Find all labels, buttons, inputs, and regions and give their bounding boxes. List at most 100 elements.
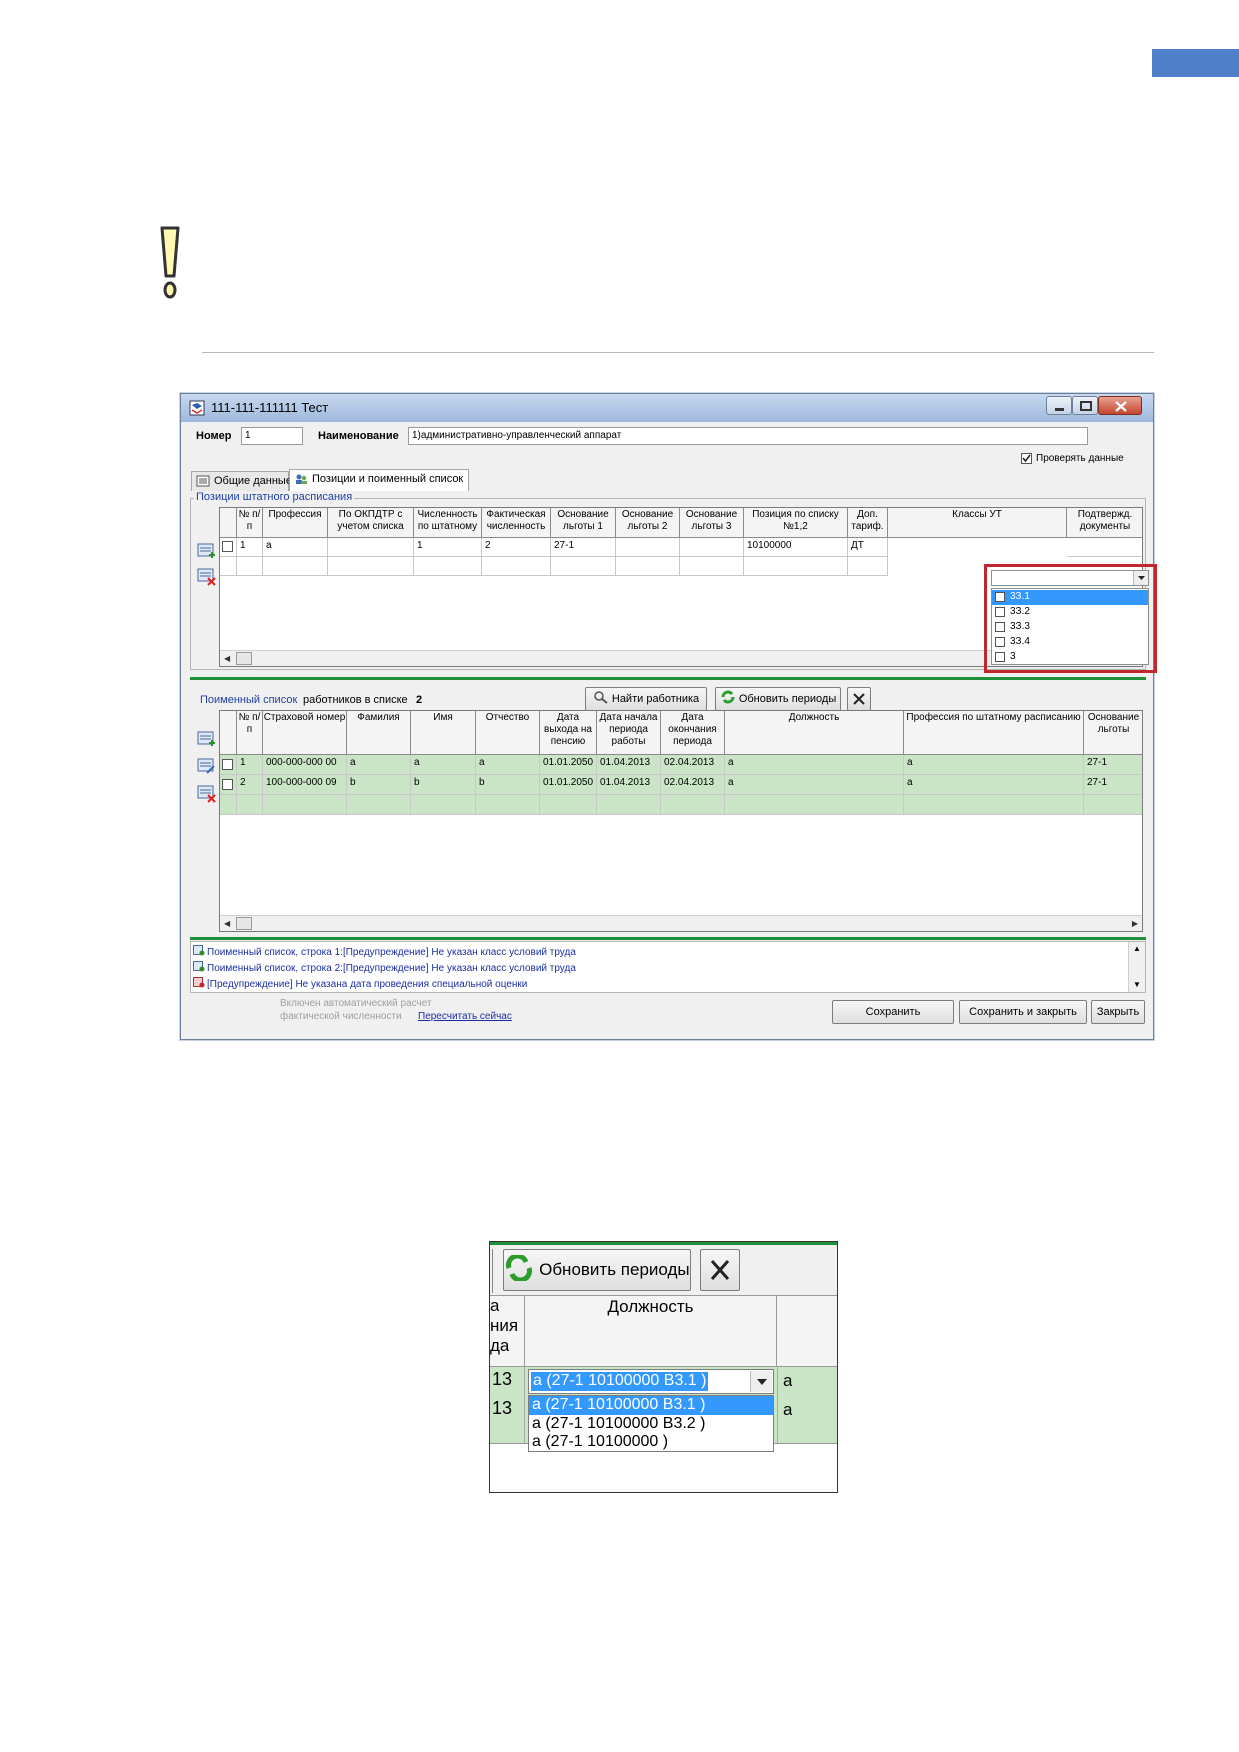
table-cell[interactable]: [616, 557, 680, 576]
table-cell[interactable]: а: [783, 1400, 792, 1420]
table-cell[interactable]: [680, 538, 744, 557]
column-header[interactable]: Классы УТ: [888, 508, 1067, 538]
column-header[interactable]: Профессия: [263, 508, 328, 538]
table-cell[interactable]: a: [904, 755, 1084, 775]
table-cell[interactable]: 13: [492, 1398, 512, 1419]
warning-line[interactable]: Поименный список, строка 1:[Предупрежден…: [193, 945, 576, 958]
table-cell[interactable]: [237, 557, 263, 576]
row-checkbox-cell[interactable]: [220, 755, 237, 775]
column-header[interactable]: Дата выхода на пенсию: [540, 711, 597, 755]
table-cell[interactable]: 02.04.2013: [661, 775, 725, 795]
column-header[interactable]: По ОКПДТР с учетом списка: [328, 508, 414, 538]
table-cell[interactable]: [680, 557, 744, 576]
recalc-now-link[interactable]: Пересчитать сейчас: [418, 1011, 512, 1022]
table-cell[interactable]: 13: [492, 1369, 512, 1390]
scroll-left-icon[interactable]: ◀: [224, 654, 230, 663]
table-cell[interactable]: 27-1: [551, 538, 616, 557]
add-position-icon[interactable]: [195, 540, 217, 562]
table-cell[interactable]: [848, 557, 888, 576]
clear-filter-button[interactable]: [700, 1249, 740, 1291]
table-cell[interactable]: [540, 795, 597, 815]
close-button[interactable]: Закрыть: [1091, 1000, 1145, 1024]
warning-line[interactable]: [Предупреждение] Не указана дата проведе…: [193, 977, 527, 990]
table-cell[interactable]: [1084, 795, 1142, 815]
table-cell[interactable]: [904, 795, 1084, 815]
save-button[interactable]: Сохранить: [832, 1000, 954, 1024]
column-header-position[interactable]: Должность: [525, 1295, 777, 1367]
row-checkbox-cell[interactable]: [220, 538, 237, 557]
table-cell[interactable]: [328, 557, 414, 576]
table-cell[interactable]: [744, 557, 848, 576]
table-cell[interactable]: [725, 795, 904, 815]
minimize-button[interactable]: [1046, 396, 1072, 415]
table-cell[interactable]: 1: [237, 755, 263, 775]
number-field[interactable]: 1: [241, 427, 303, 445]
row-checkbox[interactable]: [222, 759, 233, 770]
check-data-checkbox[interactable]: [1021, 453, 1032, 464]
table-cell[interactable]: [347, 795, 411, 815]
column-header[interactable]: Численность по штатному: [414, 508, 482, 538]
column-header[interactable]: Подтвержд. документы: [1067, 508, 1142, 538]
column-header[interactable]: а ния да: [490, 1295, 525, 1367]
position-option[interactable]: а (27-1 10100000 ): [529, 1433, 773, 1452]
table-cell[interactable]: a: [725, 755, 904, 775]
table-cell[interactable]: 27-1: [1084, 775, 1142, 795]
table-cell[interactable]: [1067, 538, 1142, 557]
column-header[interactable]: Имя: [411, 711, 476, 755]
table-cell[interactable]: [220, 557, 237, 576]
table-cell[interactable]: [597, 795, 661, 815]
column-header[interactable]: № п/п: [237, 711, 263, 755]
column-header[interactable]: Страховой номер: [263, 711, 347, 755]
find-worker-button[interactable]: Найти работника: [585, 687, 707, 711]
table-cell[interactable]: [220, 795, 237, 815]
table-cell[interactable]: а: [263, 538, 328, 557]
named-list-hscrollbar[interactable]: ◀ ▶: [220, 915, 1142, 931]
delete-position-icon[interactable]: [195, 565, 217, 587]
table-cell[interactable]: [263, 557, 328, 576]
scroll-up-icon[interactable]: ▲: [1133, 944, 1141, 953]
delete-worker-icon[interactable]: [195, 782, 217, 804]
table-cell[interactable]: [476, 795, 540, 815]
table-cell[interactable]: 02.04.2013: [661, 755, 725, 775]
table-cell[interactable]: b: [347, 775, 411, 795]
add-worker-icon[interactable]: [195, 728, 217, 750]
tab-positions[interactable]: Позиции и поименный список: [289, 469, 469, 491]
table-cell[interactable]: a: [347, 755, 411, 775]
scroll-thumb[interactable]: [236, 652, 252, 665]
table-cell[interactable]: 1: [414, 538, 482, 557]
title-bar[interactable]: 111-111-111111 Тест: [181, 394, 1153, 422]
save-close-button[interactable]: Сохранить и закрыть: [959, 1000, 1087, 1024]
clear-filter-button[interactable]: [847, 687, 871, 711]
table-cell[interactable]: 01.04.2013: [597, 775, 661, 795]
table-cell[interactable]: 2: [482, 538, 551, 557]
table-cell[interactable]: [328, 538, 414, 557]
table-cell[interactable]: 1: [237, 538, 263, 557]
row-checkbox[interactable]: [222, 779, 233, 790]
column-header[interactable]: Дата начала периода работы: [597, 711, 661, 755]
column-header[interactable]: Должность: [725, 711, 904, 755]
tab-general[interactable]: Общие данные: [191, 471, 292, 491]
table-cell[interactable]: [263, 795, 347, 815]
table-cell[interactable]: b: [476, 775, 540, 795]
table-cell[interactable]: а: [783, 1371, 792, 1391]
row-checkbox-cell[interactable]: [220, 775, 237, 795]
table-cell[interactable]: 10100000: [744, 538, 848, 557]
table-cell[interactable]: b: [411, 775, 476, 795]
table-cell[interactable]: [411, 795, 476, 815]
warnings-vscrollbar[interactable]: ▲ ▼: [1128, 942, 1145, 992]
table-cell[interactable]: 2: [237, 775, 263, 795]
table-cell[interactable]: 01.01.2050: [540, 775, 597, 795]
position-option[interactable]: а (27-1 10100000 В3.1 ): [529, 1396, 773, 1415]
table-cell[interactable]: [551, 557, 616, 576]
table-cell[interactable]: a: [411, 755, 476, 775]
position-option[interactable]: а (27-1 10100000 В3.2 ): [529, 1415, 773, 1434]
table-cell[interactable]: a: [725, 775, 904, 795]
column-header[interactable]: Фактическая численность: [482, 508, 551, 538]
table-cell[interactable]: [237, 795, 263, 815]
column-header[interactable]: Основание льготы: [1084, 711, 1142, 755]
column-header[interactable]: Фамилия: [347, 711, 411, 755]
table-cell[interactable]: a: [904, 775, 1084, 795]
scroll-down-icon[interactable]: ▼: [1133, 980, 1141, 989]
column-header[interactable]: Основание льготы 1: [551, 508, 616, 538]
scroll-left-icon[interactable]: ◀: [224, 919, 230, 928]
